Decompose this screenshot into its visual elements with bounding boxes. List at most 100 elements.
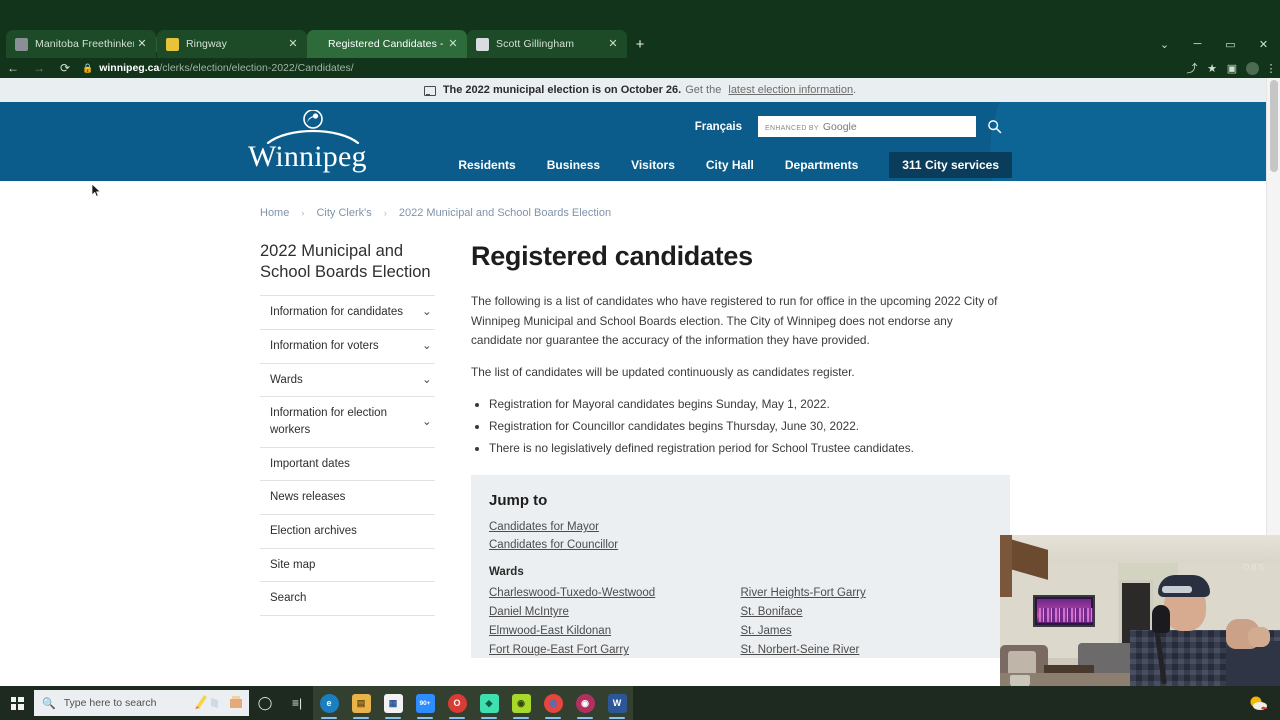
ward-link[interactable]: River Heights-Fort Garry [741, 587, 993, 599]
reload-button[interactable]: ⟳ [52, 58, 78, 78]
share-icon[interactable]: ⤴ [1182, 58, 1202, 78]
back-button[interactable]: ← [0, 58, 26, 78]
sidebar-item-site-map[interactable]: Site map [260, 549, 435, 583]
sidebar-item-label: Search [270, 592, 307, 605]
search-placeholder-enhanced: Enhanced by [765, 124, 819, 132]
tab-close-button[interactable]: ✕ [285, 38, 301, 50]
webcam-watermark: OBS [1243, 563, 1266, 572]
more-menu-icon[interactable]: ⋮ [1262, 58, 1280, 78]
search-doodle-icon [194, 693, 243, 709]
ward-link[interactable]: St. James [741, 625, 993, 637]
tab-title: Ringway [186, 38, 227, 50]
address-path: /clerks/election/election-2022/Candidate… [159, 62, 354, 74]
breadcrumb-item-election[interactable]: 2022 Municipal and School Boards Electio… [399, 207, 611, 219]
tab-close-button[interactable]: ✕ [445, 38, 461, 50]
search-placeholder-google: Google [822, 120, 857, 133]
weather-sun-cloud-icon[interactable] [1242, 686, 1274, 720]
evernote-icon[interactable]: ◆ [473, 686, 505, 720]
breadcrumb-item-home[interactable]: Home [260, 207, 289, 219]
francais-link[interactable]: Français [695, 121, 742, 133]
wards-heading: Wards [489, 566, 524, 579]
scrollbar-thumb[interactable] [1270, 80, 1278, 172]
tab-favicon [476, 37, 489, 51]
sidebar-item-label: News releases [270, 491, 346, 504]
file-explorer-icon[interactable]: ▤ [345, 686, 377, 720]
sidebar-item-election-archives[interactable]: Election archives [260, 515, 435, 549]
chevron-down-icon[interactable]: ⌄ [422, 372, 435, 389]
winnipeg-wordmark: Winnipeg [248, 140, 367, 173]
sidebar-item-search[interactable]: Search [260, 582, 435, 616]
windows-start-icon[interactable] [0, 686, 34, 720]
word-processor-icon[interactable]: W [601, 686, 633, 720]
bookmark-star-icon[interactable]: ★ [1202, 58, 1222, 78]
sidebar-item-news-releases[interactable]: News releases [260, 481, 435, 515]
sidebar-item-label: Site map [270, 558, 316, 571]
sidebar-item-wards[interactable]: Wards ⌄ [260, 364, 435, 398]
forward-button[interactable]: → [26, 58, 52, 78]
system-tray [1242, 686, 1280, 720]
ward-link[interactable]: Fort Rouge-East Fort Garry [489, 644, 741, 656]
breadcrumb: Home › City Clerk's › 2022 Municipal and… [260, 207, 1280, 219]
microsoft-store-icon[interactable]: ▦ [377, 686, 409, 720]
sidebar-nav: Information for candidates ⌄ Information… [260, 295, 435, 616]
wards-link-columns: Charleswood-Tuxedo-Westwood Daniel McInt… [489, 587, 992, 658]
microsoft-edge-icon[interactable]: e [313, 686, 345, 720]
google-chrome-icon[interactable]: ◎ [537, 686, 569, 720]
obs-studio-icon[interactable]: ◉ [505, 686, 537, 720]
browser-tab-2[interactable]: Ringway ✕ [157, 30, 307, 58]
wards-column-left: Charleswood-Tuxedo-Westwood Daniel McInt… [489, 587, 741, 658]
breadcrumb-item-city-clerks[interactable]: City Clerk's [316, 207, 371, 219]
sidebar-item-label: Information for candidates [270, 306, 403, 319]
ward-link[interactable]: Elmwood-East Kildonan [489, 625, 741, 637]
opera-icon[interactable]: O [441, 686, 473, 720]
nav-item-departments[interactable]: Departments [785, 158, 858, 172]
sidebar-item-important-dates[interactable]: Important dates [260, 448, 435, 482]
sidebar-item-information-for-election-workers[interactable]: Information for election workers ⌄ [260, 397, 435, 448]
ward-link[interactable]: St. Boniface [741, 606, 993, 618]
tab-close-button[interactable]: ✕ [134, 38, 150, 50]
list-item: There is no legislatively defined regist… [489, 439, 1280, 458]
zoom-icon[interactable]: 90+ [409, 686, 441, 720]
sidebar-item-information-for-voters[interactable]: Information for voters ⌄ [260, 330, 435, 364]
tab-close-button[interactable]: ✕ [605, 38, 621, 50]
chevron-down-icon[interactable]: ⌄ [422, 414, 435, 431]
nav-item-city-hall[interactable]: City Hall [706, 158, 754, 172]
latest-election-information-link[interactable]: latest election information [728, 84, 853, 96]
site-search-button[interactable] [976, 116, 1012, 137]
site-search-input[interactable]: Enhanced by Google [758, 116, 976, 137]
browser-tab-4[interactable]: Scott Gillingham ✕ [467, 30, 627, 58]
chevron-down-icon[interactable]: ⌄ [422, 304, 435, 321]
profile-avatar-icon[interactable] [1242, 58, 1262, 78]
address-bar[interactable]: 🔒 winnipeg.ca/clerks/election/election-2… [82, 59, 1182, 77]
ward-link[interactable]: St. Norbert-Seine River [741, 644, 993, 656]
minimize-button[interactable]: ─ [1181, 30, 1214, 58]
jump-to-heading: Jump to [489, 492, 548, 510]
close-window-button[interactable]: ✕ [1247, 30, 1280, 58]
browser-tab-3[interactable]: Registered Candidates - Election ✕ [307, 30, 467, 58]
tab-search-chevron-icon[interactable]: ⌄ [1148, 30, 1181, 58]
winnipeg-logo[interactable]: Winnipeg [248, 110, 378, 173]
jump-link-candidates-for-mayor[interactable]: Candidates for Mayor [489, 521, 992, 533]
alert-rest-text: Get the [685, 84, 722, 96]
nav-item-residents[interactable]: Residents [458, 158, 515, 172]
media-player-icon[interactable]: ◉ [569, 686, 601, 720]
nav-item-business[interactable]: Business [547, 158, 600, 172]
ward-link[interactable]: Charleswood-Tuxedo-Westwood [489, 587, 741, 599]
task-view-icon[interactable]: ≡| [281, 686, 313, 720]
sidebar-item-label: Information for election workers [270, 407, 387, 436]
webcam-person [1130, 575, 1280, 686]
breadcrumb-separator-icon: › [301, 208, 305, 218]
new-tab-button[interactable]: + [627, 31, 653, 57]
ward-link[interactable]: Daniel McIntyre [489, 606, 741, 618]
nav-item-visitors[interactable]: Visitors [631, 158, 675, 172]
maximize-button[interactable]: ▭ [1214, 30, 1247, 58]
chevron-down-icon[interactable]: ⌄ [422, 338, 435, 355]
taskbar-search-input[interactable]: 🔍 Type here to search [34, 690, 249, 716]
sidebar-item-information-for-candidates[interactable]: Information for candidates ⌄ [260, 296, 435, 330]
nav-311-city-services-button[interactable]: 311 City services [889, 152, 1012, 178]
sidebar-icon[interactable]: ▣ [1222, 58, 1242, 78]
cortana-icon[interactable]: ◯ [249, 686, 281, 720]
jump-to-panel: Jump to Candidates for Mayor Candidates … [471, 475, 1010, 658]
jump-link-candidates-for-councillor[interactable]: Candidates for Councillor [489, 539, 992, 551]
browser-tab-1[interactable]: Manitoba Freethinker Podcast – ✕ [6, 30, 156, 58]
